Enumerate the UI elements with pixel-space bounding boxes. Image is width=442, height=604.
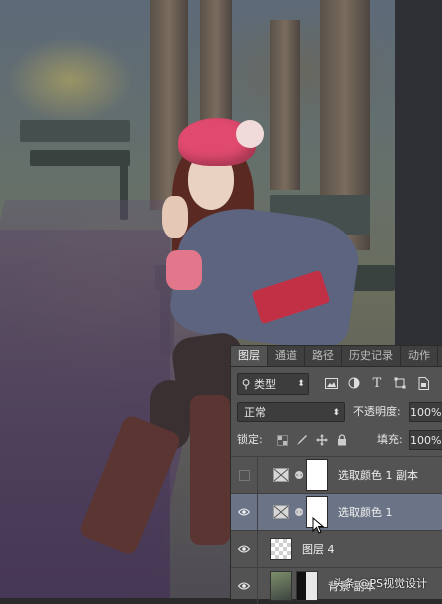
tab-paths[interactable]: 路径 [305,346,342,366]
type-filter-icon[interactable]: T [369,374,385,392]
hat-pompom [236,120,264,148]
adjustment-filter-icon[interactable] [346,374,362,392]
filter-row: ⚲ 类型 ⬍ T [235,373,441,395]
opacity-label: 不透明度: [353,405,401,418]
updown-arrows-icon: ⬍ [297,379,305,389]
canvas-dark-edge [395,0,442,345]
visibility-off-box [238,469,250,481]
link-chain-icon[interactable]: ⚉ [292,469,306,482]
panel-tab-bar: 图层 通道 路径 历史记录 动作 [231,346,442,367]
tree-trunk [270,20,300,190]
watermark-text: 头条 @PS视觉设计 [333,577,428,590]
purple-path [0,230,170,598]
layer-thumbnail[interactable] [270,571,292,601]
bench [30,150,130,166]
layer-row[interactable]: ⚉ 选取颜色 1 副本 [231,456,442,493]
smart-object-filter-icon[interactable] [415,374,431,392]
search-icon: ⚲ [241,377,251,391]
tab-layers[interactable]: 图层 [231,346,268,366]
visibility-toggle[interactable] [231,457,258,493]
layer-name[interactable]: 图层 4 [302,541,335,557]
tab-history[interactable]: 历史记录 [342,346,401,366]
blend-mode-value: 正常 [244,406,266,419]
filter-kind-select[interactable]: ⚲ 类型 ⬍ [237,373,309,395]
layer-row[interactable]: 图层 4 [231,530,442,567]
tab-channels[interactable]: 通道 [268,346,305,366]
layers-panel: 图层 通道 路径 历史记录 动作 ⚲ 类型 ⬍ T 正常 ⬍ 不透明度: 100… [230,345,442,604]
filter-kind-label: 类型 [254,378,276,391]
image-filter-icon[interactable] [323,374,339,392]
layer-mask-thumbnail[interactable] [296,571,318,601]
layer-name[interactable]: 选取颜色 1 [338,504,393,520]
opacity-input[interactable]: 100% [409,402,442,422]
link-chain-icon[interactable]: ⚉ [292,506,306,519]
layer-name[interactable]: 选取颜色 1 副本 [338,467,418,483]
blend-mode-select[interactable]: 正常 ⬍ [237,402,345,422]
eye-icon[interactable] [231,494,258,530]
eye-icon[interactable] [231,568,258,604]
hand [162,196,188,238]
pink-sleeve [166,250,202,290]
bench [20,120,130,142]
lock-label: 锁定: [237,433,263,446]
lock-transparent-icon[interactable] [275,432,289,448]
selective-color-adjustment-icon [270,501,292,523]
updown-arrows-icon: ⬍ [332,408,340,418]
lock-row: 锁定: 填充: 100% [235,430,442,452]
lock-icons [275,432,349,448]
filter-icons: T [323,374,431,392]
layer-thumbnail[interactable] [270,538,292,560]
lock-paint-icon[interactable] [295,432,309,448]
layer-row-selected[interactable]: ⚉ 选取颜色 1 [231,493,442,530]
shape-filter-icon[interactable] [392,374,408,392]
lock-all-icon[interactable] [335,432,349,448]
lock-position-icon[interactable] [315,432,329,448]
fill-input[interactable]: 100% [409,430,442,450]
eye-icon[interactable] [231,531,258,567]
fill-label: 填充: [377,433,403,446]
boot [190,395,230,545]
tab-actions[interactable]: 动作 [401,346,438,366]
blend-row: 正常 ⬍ 不透明度: 100% [235,402,442,424]
selective-color-adjustment-icon [270,464,292,486]
mouse-cursor-icon [312,517,325,534]
layer-mask-thumbnail[interactable] [306,459,328,491]
